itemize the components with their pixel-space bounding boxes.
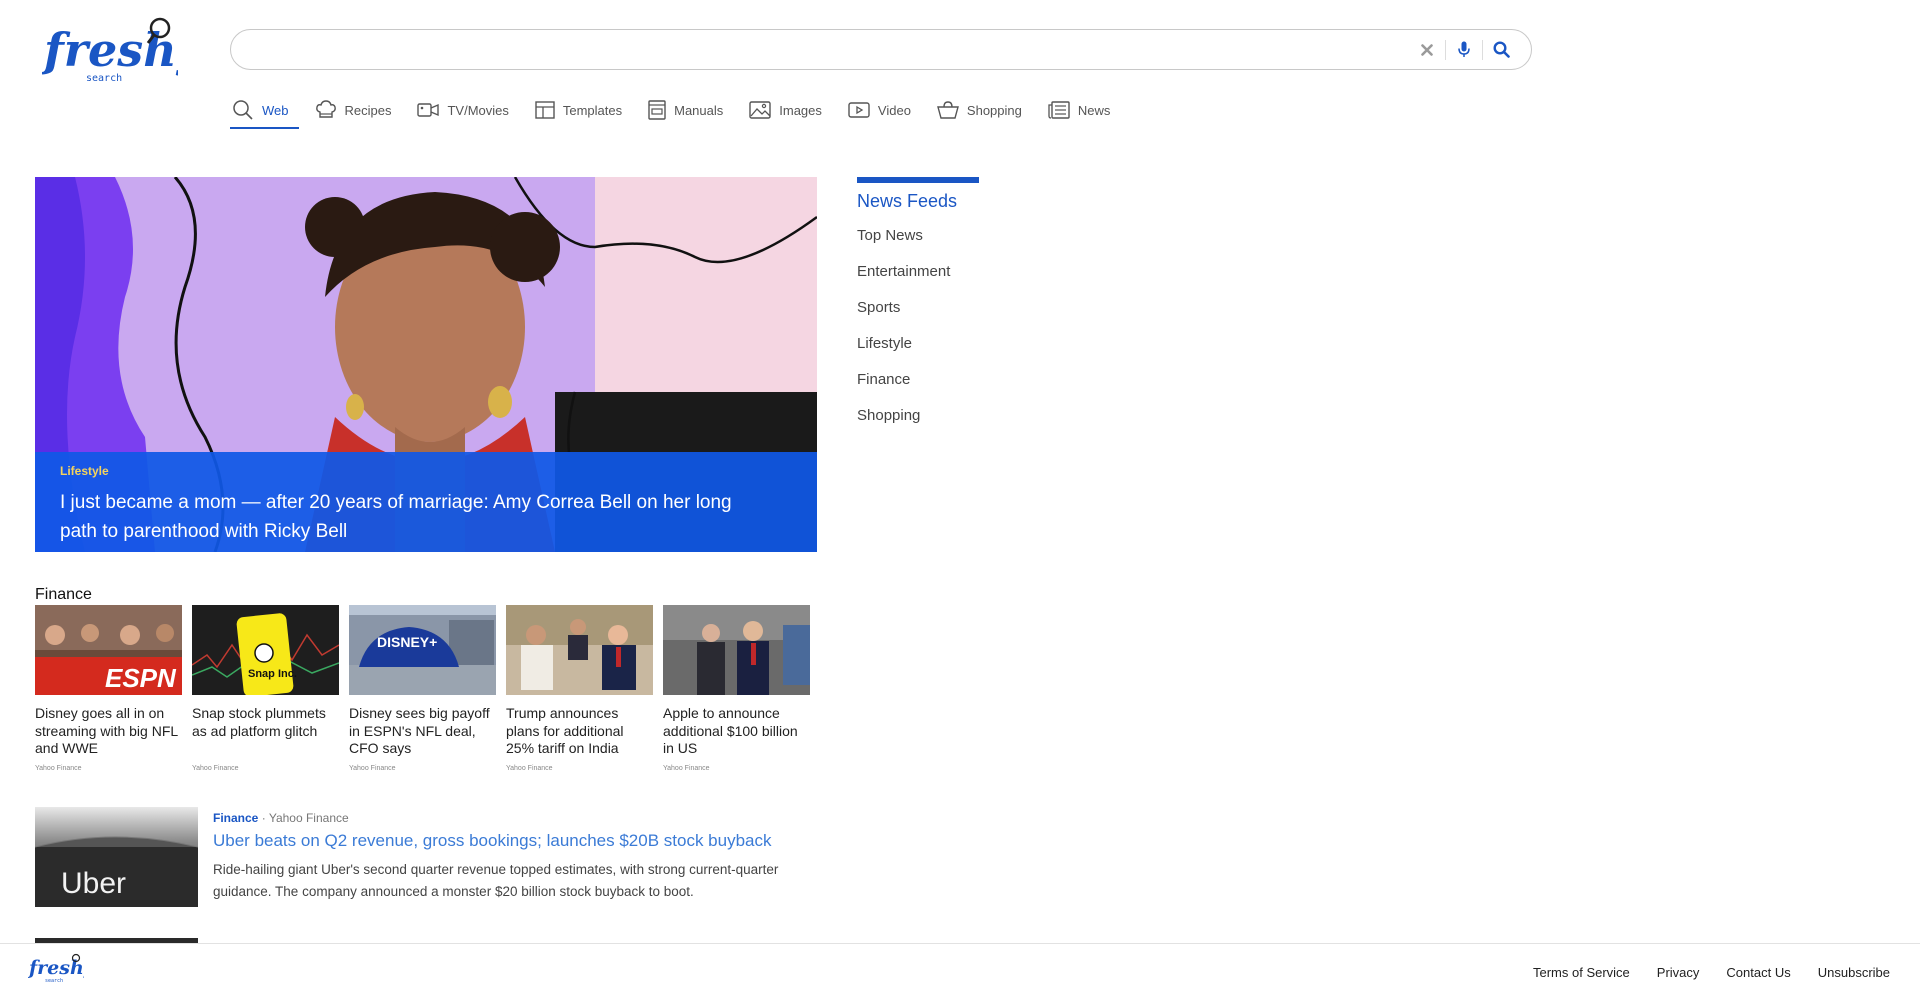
article-meta: Finance · Yahoo Finance <box>213 811 349 825</box>
hero-story[interactable]: Lifestyle I just became a mom — after 20… <box>35 177 817 552</box>
footer: freshy search Terms of Service Privacy C… <box>0 943 1920 993</box>
unsubscribe-link[interactable]: Unsubscribe <box>1818 965 1890 980</box>
footer-logo[interactable]: freshy search <box>27 952 97 984</box>
article-title[interactable]: Uber beats on Q2 revenue, gross bookings… <box>213 831 772 851</box>
feed-item-shopping[interactable]: Shopping <box>857 406 979 442</box>
article-row: Uber Finance · Yahoo Finance Uber beats … <box>35 807 817 907</box>
finance-cards: ESPN Disney goes all in on streaming wit… <box>35 605 810 772</box>
svg-text:DISNEY+: DISNEY+ <box>377 634 437 650</box>
tab-images[interactable]: Images <box>747 93 832 127</box>
card-thumbnail: DISNEY+ <box>349 605 496 695</box>
card-source: Yahoo Finance <box>663 765 710 772</box>
feeds-list: Top News Entertainment Sports Lifestyle … <box>857 226 979 442</box>
hero-title[interactable]: I just became a mom — after 20 years of … <box>60 488 760 546</box>
tab-shopping[interactable]: Shopping <box>935 93 1032 127</box>
tab-label: Images <box>779 102 822 118</box>
article-source: Yahoo Finance <box>268 811 349 825</box>
tab-web[interactable]: Web <box>230 93 299 129</box>
news-card[interactable]: Snap Inc. Snap stock plummets as ad plat… <box>192 605 339 772</box>
tab-templates[interactable]: Templates <box>533 93 632 127</box>
hero-category[interactable]: Lifestyle <box>60 464 792 478</box>
terms-link[interactable]: Terms of Service <box>1533 965 1630 980</box>
video-camera-icon <box>417 103 440 117</box>
feeds-title: News Feeds <box>857 191 958 211</box>
tab-manuals[interactable]: Manuals <box>646 93 733 127</box>
tab-label: Web <box>262 102 289 118</box>
news-card[interactable]: Trump announces plans for additional 25%… <box>506 605 653 772</box>
tab-label: Shopping <box>966 102 1022 118</box>
close-icon <box>1421 43 1433 56</box>
hero-caption: Lifestyle I just became a mom — after 20… <box>35 452 817 552</box>
feed-item-finance[interactable]: Finance <box>857 370 979 406</box>
card-title[interactable]: Trump announces plans for additional 25%… <box>506 705 653 758</box>
contact-link[interactable]: Contact Us <box>1726 965 1790 980</box>
meta-separator: · <box>261 811 266 825</box>
play-icon <box>848 102 870 118</box>
card-title[interactable]: Disney goes all in on streaming with big… <box>35 705 182 758</box>
card-source: Yahoo Finance <box>506 765 553 772</box>
card-source: Yahoo Finance <box>349 765 396 772</box>
search-input[interactable] <box>249 30 1429 69</box>
card-thumbnail: ESPN <box>35 605 182 695</box>
tab-news[interactable]: News <box>1046 93 1121 127</box>
article-thumb-text: Uber <box>61 867 126 900</box>
feed-item-top-news[interactable]: Top News <box>857 226 979 262</box>
article-thumbnail[interactable]: Uber <box>35 807 198 907</box>
tab-recipes[interactable]: Recipes <box>313 93 402 127</box>
card-title[interactable]: Snap stock plummets as ad platform glitc… <box>192 705 339 758</box>
template-icon <box>535 101 555 119</box>
image-icon <box>749 101 771 119</box>
feed-item-entertainment[interactable]: Entertainment <box>857 262 979 298</box>
logo-wordmark: freshy <box>42 23 178 77</box>
freshy-logo[interactable]: freshy search <box>42 16 178 88</box>
card-title[interactable]: Apple to announce additional $100 billio… <box>663 705 810 758</box>
manual-icon <box>648 100 666 120</box>
tab-label: Video <box>877 102 911 118</box>
article-category[interactable]: Finance <box>213 811 258 825</box>
feed-item-sports[interactable]: Sports <box>857 298 979 334</box>
svg-text:ESPN: ESPN <box>105 663 177 693</box>
news-feeds: News Feeds Top News Entertainment Sports… <box>857 177 979 442</box>
card-source: Yahoo Finance <box>35 765 82 772</box>
tab-label: News <box>1077 102 1111 118</box>
privacy-link[interactable]: Privacy <box>1657 965 1700 980</box>
microphone-icon <box>1458 41 1470 57</box>
card-thumbnail <box>663 605 810 695</box>
chef-hat-icon <box>315 100 336 118</box>
card-thumbnail <box>506 605 653 695</box>
card-source: Yahoo Finance <box>192 765 239 772</box>
footer-links: Terms of Service Privacy Contact Us Unsu… <box>1533 965 1890 980</box>
card-thumbnail: Snap Inc. <box>192 605 339 695</box>
tab-label: Recipes <box>344 102 392 118</box>
feed-item-lifestyle[interactable]: Lifestyle <box>857 334 979 370</box>
footer-logo-subtitle: search <box>45 978 63 984</box>
search-tabs: Web Recipes TV/Movies Templates Manuals … <box>230 93 1134 129</box>
search-icon <box>1492 41 1510 58</box>
clear-button[interactable] <box>1409 30 1445 69</box>
newspaper-icon <box>1048 101 1070 119</box>
search-box <box>230 29 1532 70</box>
search-icon <box>233 100 253 120</box>
svg-text:Snap Inc.: Snap Inc. <box>248 668 297 680</box>
tab-tv-movies[interactable]: TV/Movies <box>415 93 518 127</box>
basket-icon <box>937 101 959 119</box>
article-description: Ride-hailing giant Uber's second quarter… <box>213 862 779 899</box>
tab-label: Templates <box>562 102 623 118</box>
feeds-accent-bar <box>857 177 979 183</box>
logo-subtitle: search <box>86 73 122 84</box>
news-card[interactable]: Apple to announce additional $100 billio… <box>663 605 810 772</box>
tab-label: TV/Movies <box>447 102 509 118</box>
search-button[interactable] <box>1483 30 1519 69</box>
finance-section-title: Finance <box>35 586 92 603</box>
news-card[interactable]: ESPN Disney goes all in on streaming wit… <box>35 605 182 772</box>
tab-video[interactable]: Video <box>846 93 921 127</box>
voice-search-button[interactable] <box>1446 30 1482 69</box>
news-card[interactable]: DISNEY+ Disney sees big payoff in ESPN's… <box>349 605 496 772</box>
card-title[interactable]: Disney sees big payoff in ESPN's NFL dea… <box>349 705 496 758</box>
tab-label: Manuals <box>674 102 724 118</box>
footer-logo-wordmark: freshy <box>28 957 84 979</box>
